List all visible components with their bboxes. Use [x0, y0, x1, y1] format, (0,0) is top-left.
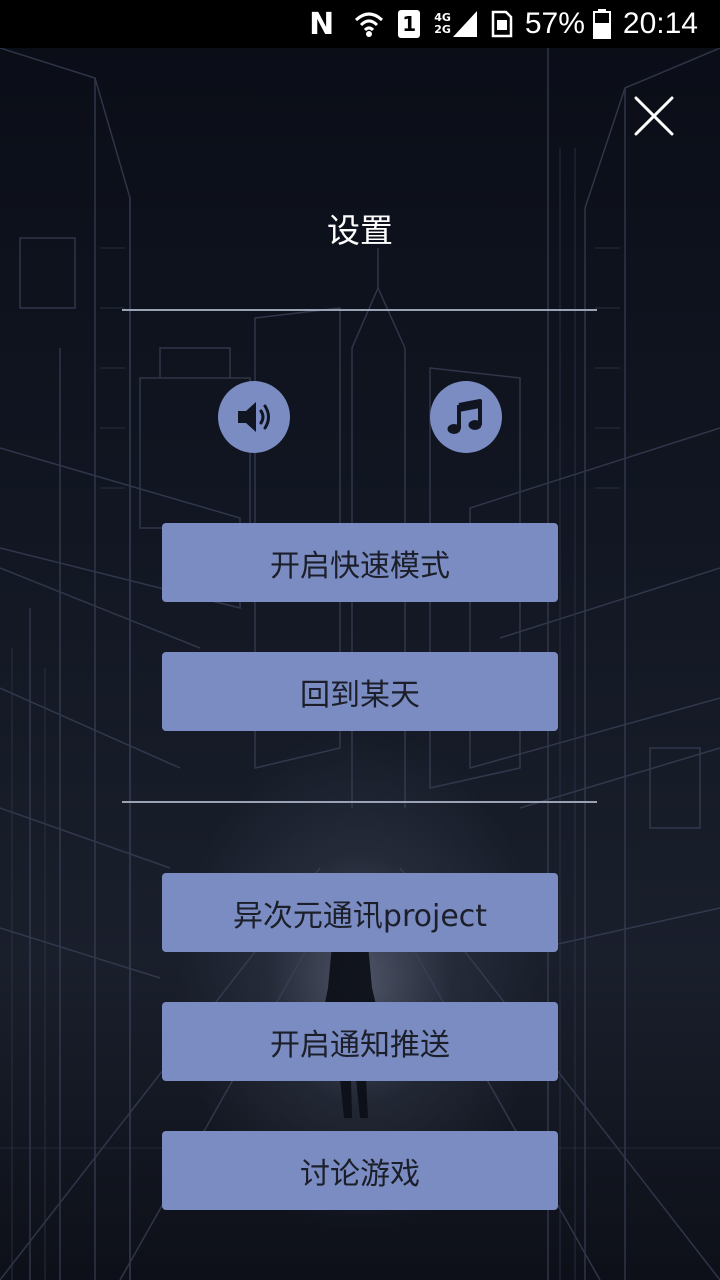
- settings-screen: N 1 4G 2G 57% 20:14 设置 开启快速模式 回到某天 异次元通讯…: [0, 0, 720, 1280]
- sound-toggle-button[interactable]: [218, 381, 290, 453]
- clock: 20:14: [622, 7, 698, 40]
- close-button[interactable]: [630, 92, 678, 140]
- page-title: 设置: [327, 211, 393, 250]
- music-toggle-button[interactable]: [430, 381, 502, 453]
- fast-mode-button[interactable]: 开启快速模式: [162, 523, 558, 602]
- battery-icon: [592, 0, 611, 48]
- n-badge-icon: N: [309, 6, 335, 42]
- music-note-icon: [447, 399, 482, 434]
- signal-icon: 4G 2G: [434, 0, 477, 48]
- close-icon: [634, 96, 674, 136]
- top-divider: [122, 309, 597, 311]
- network-2g-label: 2G: [434, 23, 451, 36]
- sim-card-icon: [491, 0, 513, 48]
- middle-divider: [122, 801, 597, 803]
- notifications-button[interactable]: 开启通知推送: [162, 1002, 558, 1081]
- back-to-day-button[interactable]: 回到某天: [162, 652, 558, 731]
- sim-slot-icon: 1: [398, 0, 421, 48]
- sim-slot-number: 1: [398, 10, 421, 38]
- discuss-game-button[interactable]: 讨论游戏: [162, 1131, 558, 1210]
- wifi-icon: [354, 0, 384, 48]
- status-bar: N 1 4G 2G 57% 20:14: [0, 0, 720, 48]
- project-button[interactable]: 异次元通讯project: [162, 873, 558, 952]
- speaker-icon: [238, 402, 270, 432]
- battery-percent: 57%: [524, 7, 585, 40]
